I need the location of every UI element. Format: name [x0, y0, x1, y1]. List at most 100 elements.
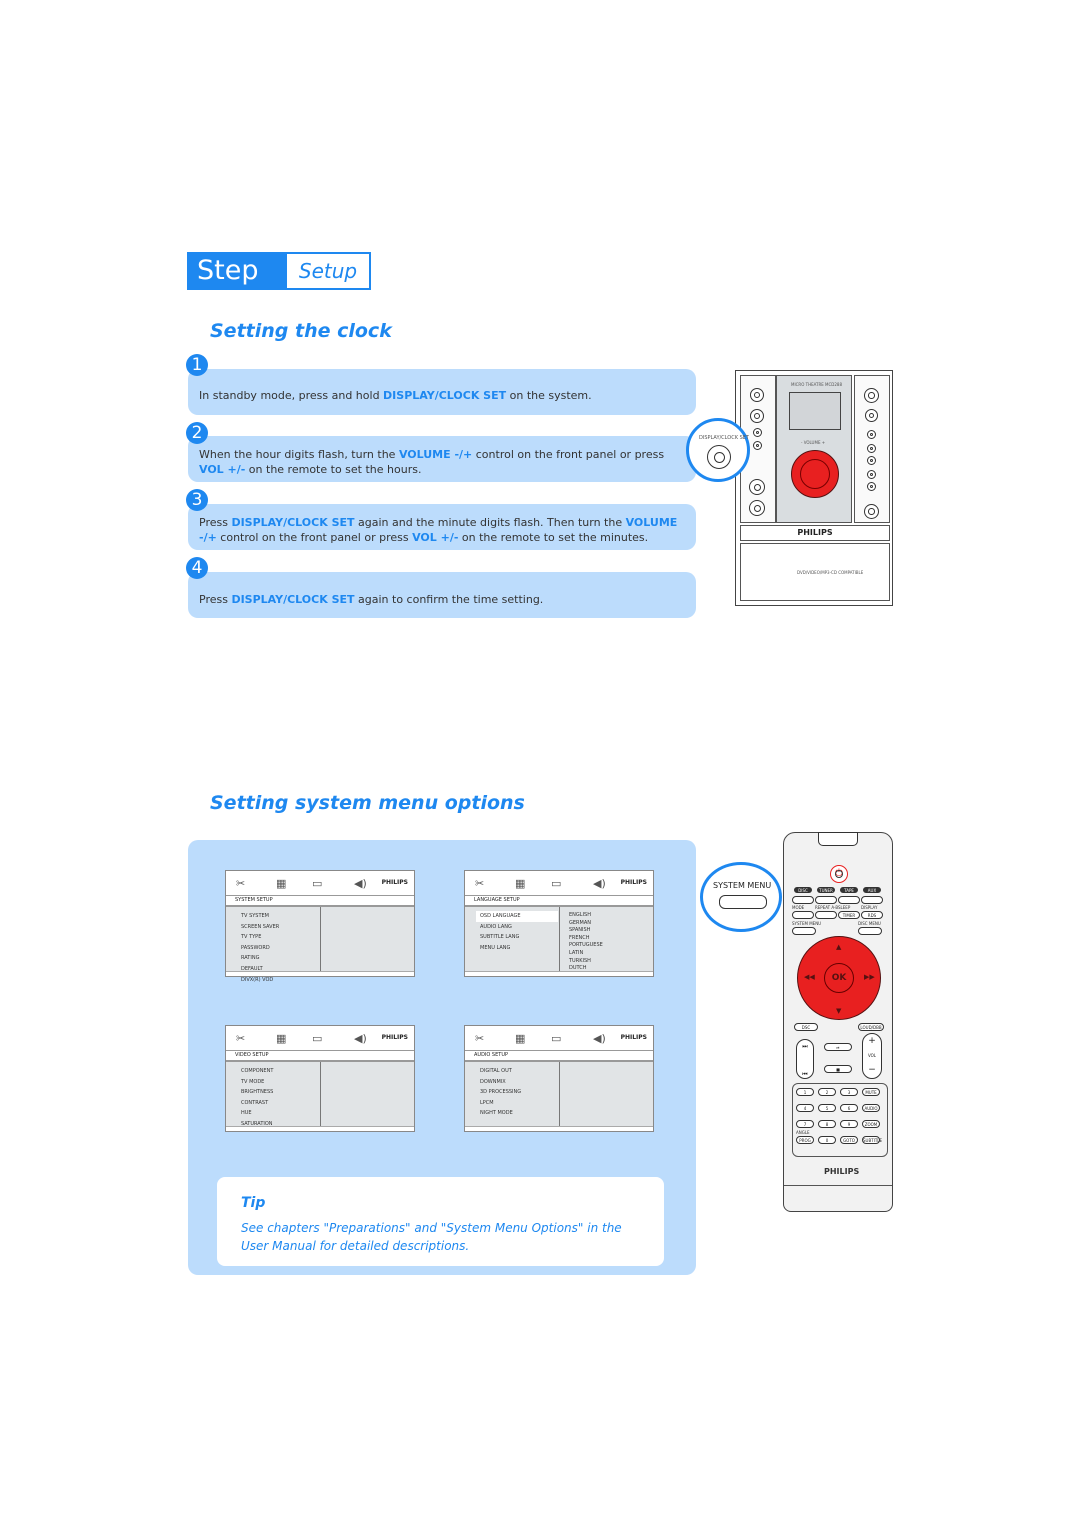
audio-icon: ◀): [354, 877, 367, 890]
button-knob: [750, 388, 764, 402]
osd-item[interactable]: RATING: [241, 953, 279, 964]
osd-item[interactable]: TV MODE: [241, 1077, 273, 1088]
button-knob: [867, 430, 876, 439]
disc-menu-label: DISC MENU: [858, 921, 881, 926]
timer-button: TIMER: [838, 911, 860, 919]
tools-icon: ✂: [475, 1032, 485, 1045]
highlighted-term: VOLUME -/+: [398, 448, 473, 461]
play-pause-button: ⏯: [824, 1043, 852, 1051]
osd-divider: [320, 907, 321, 972]
osd-option[interactable]: ENGLISH: [569, 912, 603, 920]
osd-item[interactable]: COMPONENT: [241, 1066, 273, 1077]
highlighted-term: DISPLAY/CLOCK SET: [383, 389, 507, 402]
osd-item[interactable]: PASSWORD: [241, 943, 279, 954]
osd-option[interactable]: GERMAN: [569, 920, 603, 928]
osd-option[interactable]: TURKISH: [569, 958, 603, 966]
numpad-key: SUBTITLE: [862, 1136, 883, 1144]
osd-item[interactable]: SUBTITLE LANG: [480, 932, 558, 943]
osd-items: DIGITAL OUT DOWNMIX 3D PROCESSING LPCM NIGHT…: [480, 1066, 521, 1119]
button-knob: [753, 428, 762, 437]
callout-label: DISPLAY/CLOCK SET: [699, 435, 749, 441]
numpad-key: 1: [796, 1088, 814, 1096]
volume-rocker: + VOL −: [862, 1033, 882, 1079]
tip-box: Tip See chapters "Preparations" and "Sys…: [217, 1177, 664, 1266]
osd-item[interactable]: CONTRAST: [241, 1098, 273, 1109]
osd-item[interactable]: MENU LANG: [480, 943, 558, 954]
video-icon: ▭: [551, 877, 562, 890]
remote-button: [815, 911, 837, 919]
osd-divider: [320, 1062, 321, 1127]
ok-button: OK: [824, 963, 854, 993]
numpad-key: 5: [818, 1104, 836, 1112]
source-button: DISC: [794, 887, 812, 893]
clock-section-title: Setting the clock: [210, 320, 392, 342]
osd-item[interactable]: DIGITAL OUT: [480, 1066, 521, 1077]
osd-option[interactable]: PORTUGUESE: [569, 942, 603, 950]
audio-icon: ◀): [354, 1032, 367, 1045]
osd-brand: PHILIPS: [620, 1034, 647, 1041]
numpad-key: 4: [796, 1104, 814, 1112]
right-panel: [854, 375, 890, 523]
menu-section-title: Setting system menu options: [210, 792, 525, 814]
osd-item[interactable]: 3D PROCESSING: [480, 1087, 521, 1098]
button-knob: [867, 482, 876, 491]
osd-item[interactable]: TV SYSTEM: [241, 911, 279, 922]
osd-item[interactable]: HUE: [241, 1108, 273, 1119]
clock-step-text: In standby mode, press and hold DISPLAY/…: [199, 388, 679, 403]
loud-dbb-button: LOUD/DBB: [858, 1023, 884, 1031]
osd-item[interactable]: TV TYPE: [241, 932, 279, 943]
osd-divider: [559, 907, 560, 972]
video-icon: ▭: [312, 1032, 323, 1045]
play-pause-knob: [865, 409, 878, 422]
numpad-key: GOTO: [840, 1136, 858, 1144]
osd-option[interactable]: FRENCH: [569, 935, 603, 943]
stereo-illustration: MICRO THEATRE MCD288 - VOLUME + PHILIPS …: [735, 370, 893, 606]
up-arrow-icon: ▲: [836, 943, 842, 951]
step-text-part: again and the minute digits flash. Then …: [354, 516, 626, 529]
button-label: SLEEP: [838, 905, 851, 910]
osd-footer: [226, 971, 414, 976]
step-label: Step B: [189, 254, 287, 320]
language-icon: ▦: [276, 1032, 287, 1045]
osd-item[interactable]: SCREEN SAVER: [241, 922, 279, 933]
remote-brand: PHILIPS: [824, 1167, 860, 1176]
osd-item[interactable]: DOWNMIX: [480, 1077, 521, 1088]
callout-system-menu-button: [719, 895, 767, 909]
numpad-key: ZOOM: [862, 1120, 880, 1128]
model-label: MICRO THEATRE MCD288: [791, 382, 843, 387]
osd-item[interactable]: OSD LANGUAGE: [476, 911, 558, 922]
step-number: 1: [186, 354, 208, 376]
audio-icon: ◀): [593, 877, 606, 890]
osd-option[interactable]: SPANISH: [569, 927, 603, 935]
osd-title: LANGUAGE SETUP: [465, 896, 653, 907]
button-label: REPEAT A-B: [815, 905, 839, 910]
osd-item[interactable]: LPCM: [480, 1098, 521, 1109]
source-button: TUNER: [817, 887, 835, 893]
button-knob: [867, 470, 876, 479]
osd-item[interactable]: BRIGHTNESS: [241, 1087, 273, 1098]
lcd-display: [789, 392, 841, 430]
osd-item[interactable]: NIGHT MODE: [480, 1108, 521, 1119]
osd-options: ENGLISH GERMAN SPANISH FRENCH PORTUGUESE LATI…: [569, 912, 603, 973]
numpad-key: 9: [840, 1120, 858, 1128]
step-text-part: on the remote to set the hours.: [245, 463, 422, 476]
clock-step-box: Press DISPLAY/CLOCK SET again to confirm…: [188, 572, 696, 618]
osd-item[interactable]: AUDIO LANG: [480, 922, 558, 933]
osd-screen: ✂ ▦ ▭ ◀) PHILIPS LANGUAGE SETUP OSD LANGUAGE AU…: [464, 870, 654, 977]
display-clock-set-callout: DISPLAY/CLOCK SET: [686, 418, 750, 482]
volume-label: - VOLUME +: [801, 440, 826, 445]
remote-button: [838, 896, 860, 904]
highlighted-term: DISPLAY/CLOCK SET: [231, 593, 355, 606]
system-menu-callout: SYSTEM MENU: [700, 862, 782, 932]
osd-item[interactable]: DIVX(R) VOD: [241, 975, 279, 986]
clock-step-text: When the hour digits flash, turn the VOL…: [199, 447, 679, 477]
numpad-key: 7: [796, 1120, 814, 1128]
highlighted-term: VOL +/-: [412, 531, 459, 544]
osd-items: COMPONENT TV MODE BRIGHTNESS CONTRAST HUE SAT…: [241, 1066, 273, 1130]
osd-screen: ✂ ▦ ▭ ◀) PHILIPS SYSTEM SETUP TV SYSTEM SCREEN …: [225, 870, 415, 983]
highlighted-term: DISPLAY/CLOCK SET: [231, 516, 355, 529]
osd-option[interactable]: LATIN: [569, 950, 603, 958]
callout-knob: [707, 445, 731, 469]
video-icon: ▭: [551, 1032, 562, 1045]
numpad-key: 0: [818, 1136, 836, 1144]
